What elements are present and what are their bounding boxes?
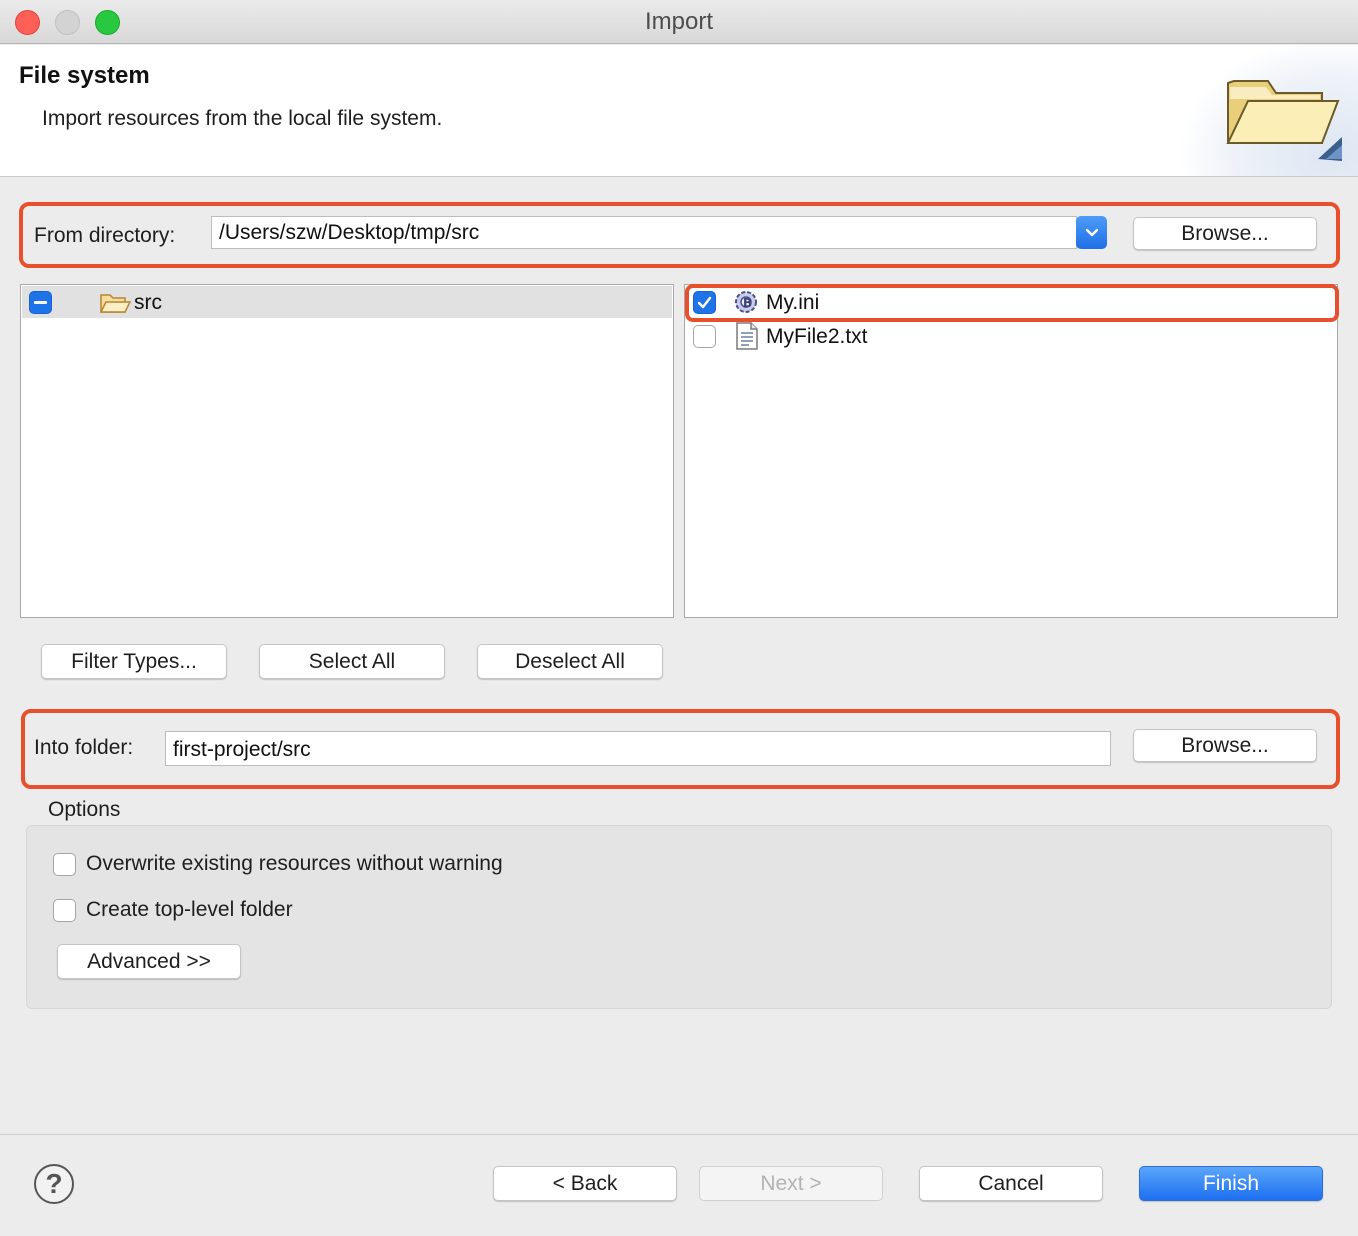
combo-dropdown-button[interactable] bbox=[1076, 216, 1107, 249]
page-subtitle: Import resources from the local file sys… bbox=[42, 107, 443, 130]
deselect-all-button[interactable]: Deselect All bbox=[477, 644, 663, 679]
from-directory-label: From directory: bbox=[34, 224, 176, 247]
window-title: Import bbox=[644, 8, 713, 35]
file-item-label[interactable]: MyFile2.txt bbox=[766, 325, 868, 349]
select-all-button[interactable]: Select All bbox=[259, 644, 445, 679]
tree-item-label: src bbox=[134, 291, 162, 314]
back-button[interactable]: < Back bbox=[493, 1166, 677, 1201]
file-item-checkbox-myfile2[interactable] bbox=[693, 325, 716, 348]
wizard-header: File system Import resources from the lo… bbox=[0, 45, 1358, 177]
into-folder-label: Into folder: bbox=[34, 736, 134, 759]
file-item-checkbox-my-ini[interactable] bbox=[693, 291, 716, 314]
svg-text:B: B bbox=[743, 296, 752, 310]
filter-types-button[interactable]: Filter Types... bbox=[41, 644, 227, 679]
top-level-folder-label[interactable]: Create top-level folder bbox=[86, 898, 293, 922]
footer-separator bbox=[0, 1134, 1358, 1135]
from-directory-browse-button[interactable]: Browse... bbox=[1133, 217, 1317, 250]
top-level-folder-checkbox[interactable] bbox=[53, 899, 76, 922]
options-title: Options bbox=[48, 798, 121, 821]
ini-settings-icon: B bbox=[735, 291, 757, 313]
page-title: File system bbox=[19, 62, 150, 89]
open-folder-icon bbox=[99, 294, 131, 313]
checkmark-icon bbox=[697, 296, 712, 309]
file-item-label[interactable]: My.ini bbox=[766, 291, 819, 315]
overwrite-checkbox[interactable] bbox=[53, 853, 76, 876]
help-icon[interactable]: ? bbox=[34, 1164, 74, 1204]
tree-item-checkbox[interactable] bbox=[29, 291, 52, 314]
cancel-button[interactable]: Cancel bbox=[919, 1166, 1103, 1201]
folder-banner-icon bbox=[1226, 80, 1342, 161]
partial-check-icon bbox=[34, 300, 47, 304]
title-bar: Import bbox=[0, 0, 1358, 44]
next-button[interactable]: Next > bbox=[699, 1166, 883, 1201]
from-directory-combo[interactable]: /Users/szw/Desktop/tmp/src bbox=[211, 216, 1077, 249]
chevron-down-icon bbox=[1085, 228, 1098, 236]
folder-tree-pane[interactable] bbox=[20, 284, 674, 618]
finish-button[interactable]: Finish bbox=[1139, 1166, 1323, 1201]
into-folder-browse-button[interactable]: Browse... bbox=[1133, 729, 1317, 762]
overwrite-label[interactable]: Overwrite existing resources without war… bbox=[86, 852, 503, 876]
text-file-icon bbox=[736, 322, 758, 350]
advanced-button[interactable]: Advanced >> bbox=[57, 944, 241, 979]
into-folder-input[interactable]: first-project/src bbox=[165, 731, 1111, 766]
